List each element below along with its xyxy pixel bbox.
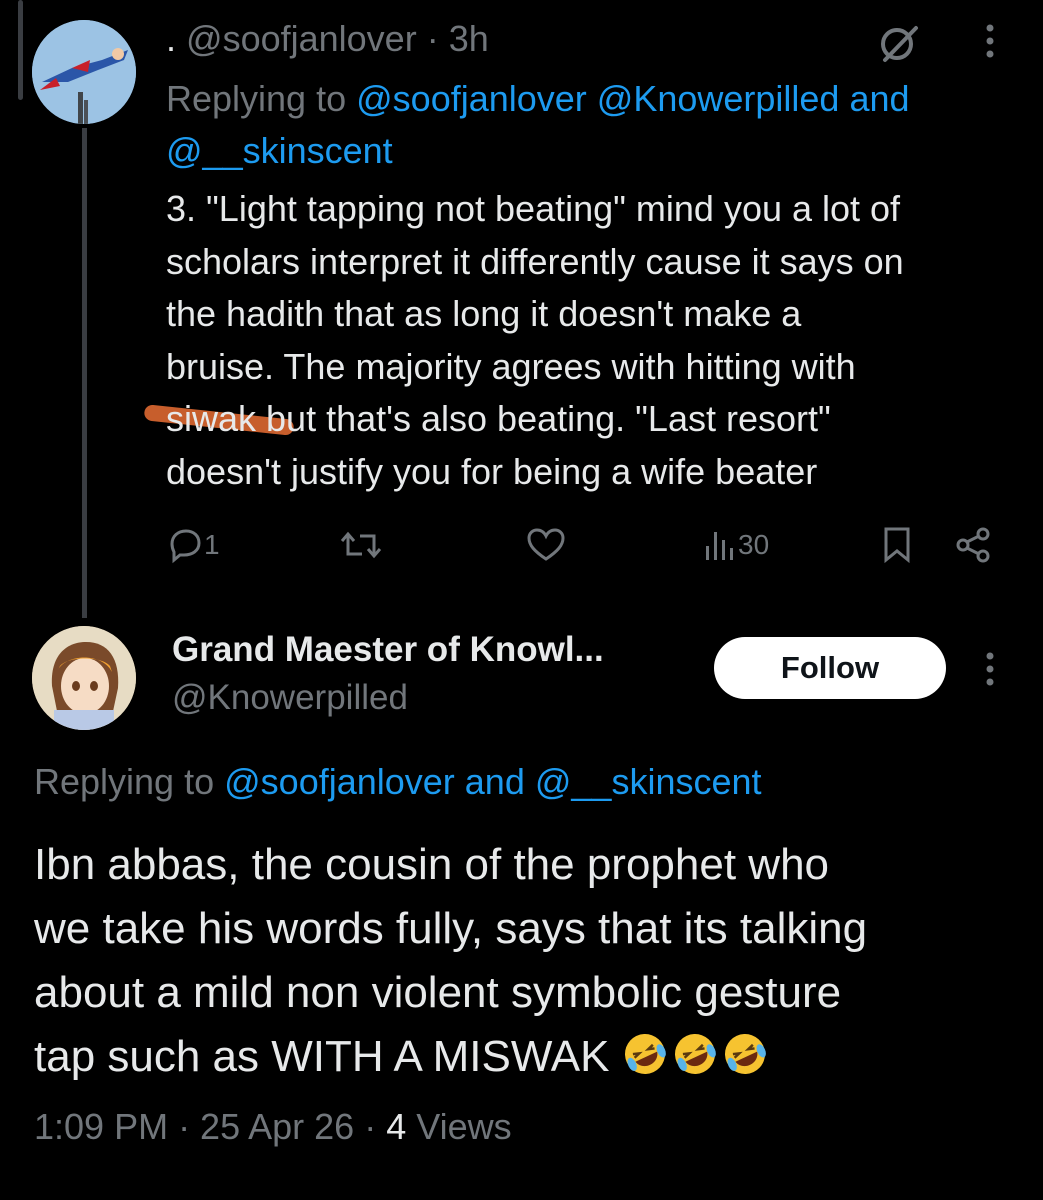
share-icon	[956, 527, 990, 563]
like-button[interactable]	[526, 520, 566, 570]
views-button[interactable]: 30	[704, 520, 769, 570]
tweet1-handle[interactable]: @soofjanlover	[186, 18, 417, 59]
tweet1-replying-to: Replying to @soofjanlover @Knowerpilled …	[166, 73, 1026, 177]
views-label: Views	[416, 1106, 512, 1147]
rofl-emoji-icon	[624, 1034, 666, 1074]
tweet1-text: 3. "Light tapping not beating" mind you …	[166, 183, 1036, 498]
author-handle[interactable]: @Knowerpilled	[172, 678, 408, 718]
rofl-emoji-icon	[724, 1034, 766, 1074]
reply-button[interactable]: 1	[166, 520, 220, 570]
tweet1-line: bruise. The majority agrees with hitting…	[166, 345, 856, 387]
share-button[interactable]	[954, 520, 992, 570]
avatar-soofjanlover[interactable]	[32, 20, 136, 124]
tweet2-timestamp[interactable]: 1:09 PM · 25 Apr 26 ·	[34, 1106, 376, 1147]
tweet2-line: we take his words fully, says that its t…	[34, 904, 868, 953]
tweet1-line: doesn't justify you for being a wife bea…	[166, 450, 818, 492]
replying-mentions[interactable]: @soofjanlover @Knowerpilled and	[356, 78, 909, 119]
tweet1-header: . @soofjanlover · 3h	[166, 16, 489, 62]
tweet1-line-rest: but that's also beating. "Last resort"	[256, 398, 831, 439]
tweet2-line: about a mild non violent symbolic gestur…	[34, 968, 842, 1017]
tweet2-text: Ibn abbas, the cousin of the prophet who…	[34, 833, 1034, 1089]
reply-count: 1	[204, 529, 220, 560]
tweet2-line: Ibn abbas, the cousin of the prophet who	[34, 840, 830, 889]
follow-button[interactable]: Follow	[714, 637, 946, 699]
more-icon[interactable]	[982, 650, 998, 690]
reply-icon	[170, 529, 201, 564]
avatar-knowerpilled[interactable]	[32, 626, 136, 730]
dot: .	[166, 18, 177, 59]
tweet1-time[interactable]: · 3h	[427, 18, 489, 59]
thread-line	[82, 128, 87, 618]
views-count: 30	[738, 529, 770, 560]
highlighted-word: siwak	[166, 398, 257, 439]
retweet-icon	[340, 531, 382, 559]
tweet1-line: 3. "Light tapping not beating" mind you …	[166, 188, 901, 229]
bookmark-icon	[884, 527, 910, 564]
tweet1-line: the hadith that as long it doesn't make …	[166, 293, 802, 334]
superman-avatar-icon	[32, 20, 136, 124]
rofl-emoji-icon	[674, 1034, 716, 1074]
highlight-mark: siwak	[166, 398, 256, 439]
tweet2-line: tap such as WITH A MISWAK	[34, 1025, 1034, 1089]
replying-mentions[interactable]: @soofjanlover and @__skinscent	[224, 761, 761, 802]
replying-mention-skinscent[interactable]: @__skinscent	[166, 130, 393, 171]
bookmark-button[interactable]	[882, 520, 912, 570]
tweet2-meta: 1:09 PM · 25 Apr 26 · 4 Views	[34, 1103, 512, 1151]
emoji-group	[622, 1032, 772, 1081]
grok-icon[interactable]	[876, 20, 922, 66]
replying-prefix: Replying to	[166, 78, 347, 119]
replying-prefix: Replying to	[34, 761, 215, 802]
tweet2-last-line: tap such as WITH A MISWAK	[34, 1032, 610, 1081]
tweet1-line: scholars interpret it differently cause …	[166, 240, 904, 282]
views-count: 4	[386, 1106, 407, 1147]
anime-avatar-icon	[32, 626, 136, 730]
thread-line-top	[18, 0, 23, 100]
tweet2-replying-to: Replying to @soofjanlover and @__skinsce…	[34, 758, 762, 806]
views-icon	[706, 532, 733, 560]
retweet-button[interactable]	[340, 520, 382, 570]
tweet1-line: siwak but that's also beating. "Last res…	[166, 393, 1036, 446]
author-name[interactable]: Grand Maester of Knowl...	[172, 630, 604, 670]
more-icon[interactable]	[982, 22, 998, 62]
like-icon	[527, 528, 565, 561]
